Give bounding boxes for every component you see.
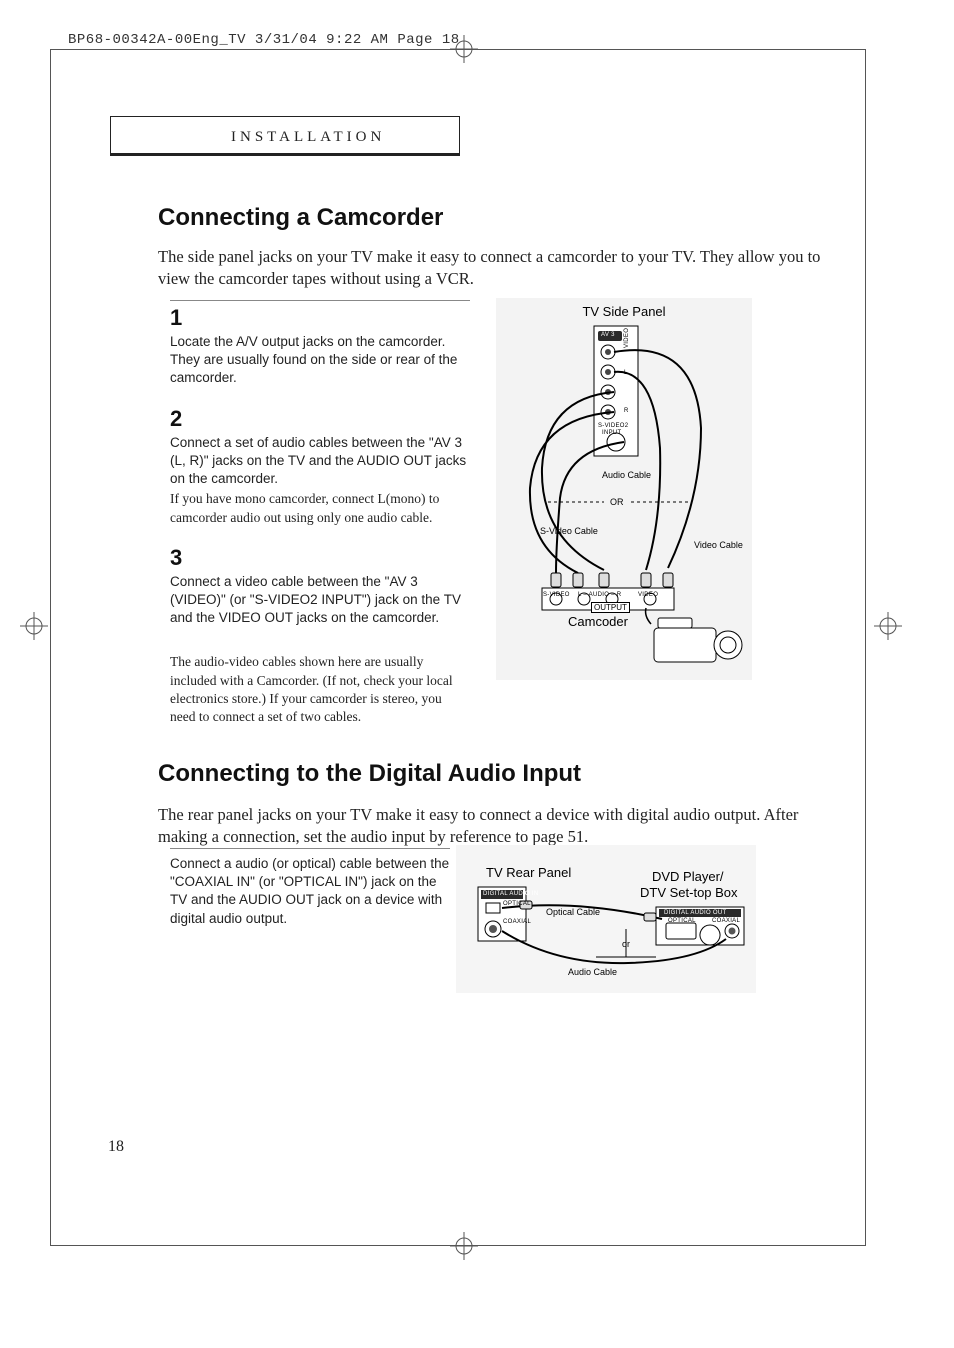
step-note: If you have mono camcorder, connect L(mo… — [170, 490, 470, 526]
footnote: The audio-video cables shown here are us… — [170, 653, 470, 726]
diagram-label-video-cable: Video Cable — [694, 540, 743, 550]
step-3: 3 Connect a video cable between the "AV … — [170, 545, 470, 628]
section-tab-installation: INSTALLATION — [110, 116, 460, 156]
diagram-label-video: VIDEO — [624, 328, 630, 348]
registration-mark-icon — [20, 612, 48, 640]
diagram-label-digital-audio-in: DIGITAL AUDIO IN — [483, 891, 538, 897]
heading-connecting-camcorder: Connecting a Camcorder — [158, 204, 443, 232]
diagram-label-or: OR — [610, 497, 624, 507]
diagram-label-optical: OPTICAL — [503, 901, 531, 907]
diagram-label-video: VIDEO — [638, 592, 658, 598]
registration-mark-icon — [874, 612, 902, 640]
registration-mark-icon — [450, 1232, 478, 1260]
diagram-label-svideo2: S-VIDEO2 — [598, 423, 628, 429]
diagram-label-audio-cable: Audio Cable — [568, 967, 617, 977]
diagram-label-or: or — [622, 939, 630, 949]
diagram-title: TV Side Panel — [582, 304, 665, 319]
diagram-label-output: OUTPUT — [591, 602, 630, 613]
steps-column: Connect a audio (or optical) cable betwe… — [170, 848, 450, 928]
crop-mark — [50, 49, 51, 1245]
page-number: 18 — [108, 1138, 124, 1156]
diagram-label-optical2: OPTICAL — [668, 918, 696, 924]
steps-column: 1 Locate the A/V output jacks on the cam… — [170, 300, 470, 726]
diagram-tv-rear-panel: TV Rear Panel DVD Player/ DTV Set-top Bo… — [456, 845, 756, 993]
intro-text: The side panel jacks on your TV make it … — [158, 246, 848, 291]
diagram-label-coaxial: COAXIAL — [503, 919, 531, 925]
step-number: 3 — [170, 545, 470, 571]
diagram-label-svideo: S-VIDEO — [543, 592, 570, 598]
intro-text: The rear panel jacks on your TV make it … — [158, 804, 848, 849]
step-2: 2 Connect a set of audio cables between … — [170, 406, 470, 527]
diagram-label-svideo-cable: S-Video Cable — [540, 526, 598, 536]
diagram-label-r: R — [624, 408, 629, 414]
step-number: 1 — [170, 305, 470, 331]
diagram-label-camcorder: Camcoder — [568, 614, 628, 629]
diagram-label-l: L — [624, 370, 628, 376]
diagram-label-av3: AV 3 — [601, 332, 615, 338]
diagram-label-optical-cable: Optical Cable — [546, 907, 600, 917]
diagram-label-settop: DTV Set-top Box — [640, 885, 738, 900]
diagram-label-input: INPUT — [602, 430, 622, 436]
diagram-label-digital-audio-out: DIGITAL AUDIO OUT — [664, 910, 726, 916]
step-body: Connect a set of audio cables between th… — [170, 434, 470, 489]
diagram-label-l-audio-r: L – AUDIO – R — [578, 592, 621, 598]
diagram-label-dvd: DVD Player/ — [652, 869, 724, 884]
diagram-tv-side-panel: TV Side Panel — [496, 298, 752, 680]
diagram-label-audio-cable: Audio Cable — [602, 470, 651, 480]
crop-mark — [865, 49, 866, 1245]
diagram-label-rear-panel: TV Rear Panel — [486, 865, 571, 880]
document-header-meta: BP68-00342A-00Eng_TV 3/31/04 9:22 AM Pag… — [68, 32, 460, 48]
step-1: 1 Locate the A/V output jacks on the cam… — [170, 305, 470, 388]
step-body: Locate the A/V output jacks on the camco… — [170, 333, 470, 388]
diagram-label-coaxial2: COAXIAL — [712, 918, 740, 924]
step-number: 2 — [170, 406, 470, 432]
step-body: Connect a video cable between the "AV 3 … — [170, 573, 470, 628]
heading-digital-audio: Connecting to the Digital Audio Input — [158, 760, 581, 788]
step-body: Connect a audio (or optical) cable betwe… — [170, 855, 450, 928]
manual-page: BP68-00342A-00Eng_TV 3/31/04 9:22 AM Pag… — [0, 0, 954, 1348]
